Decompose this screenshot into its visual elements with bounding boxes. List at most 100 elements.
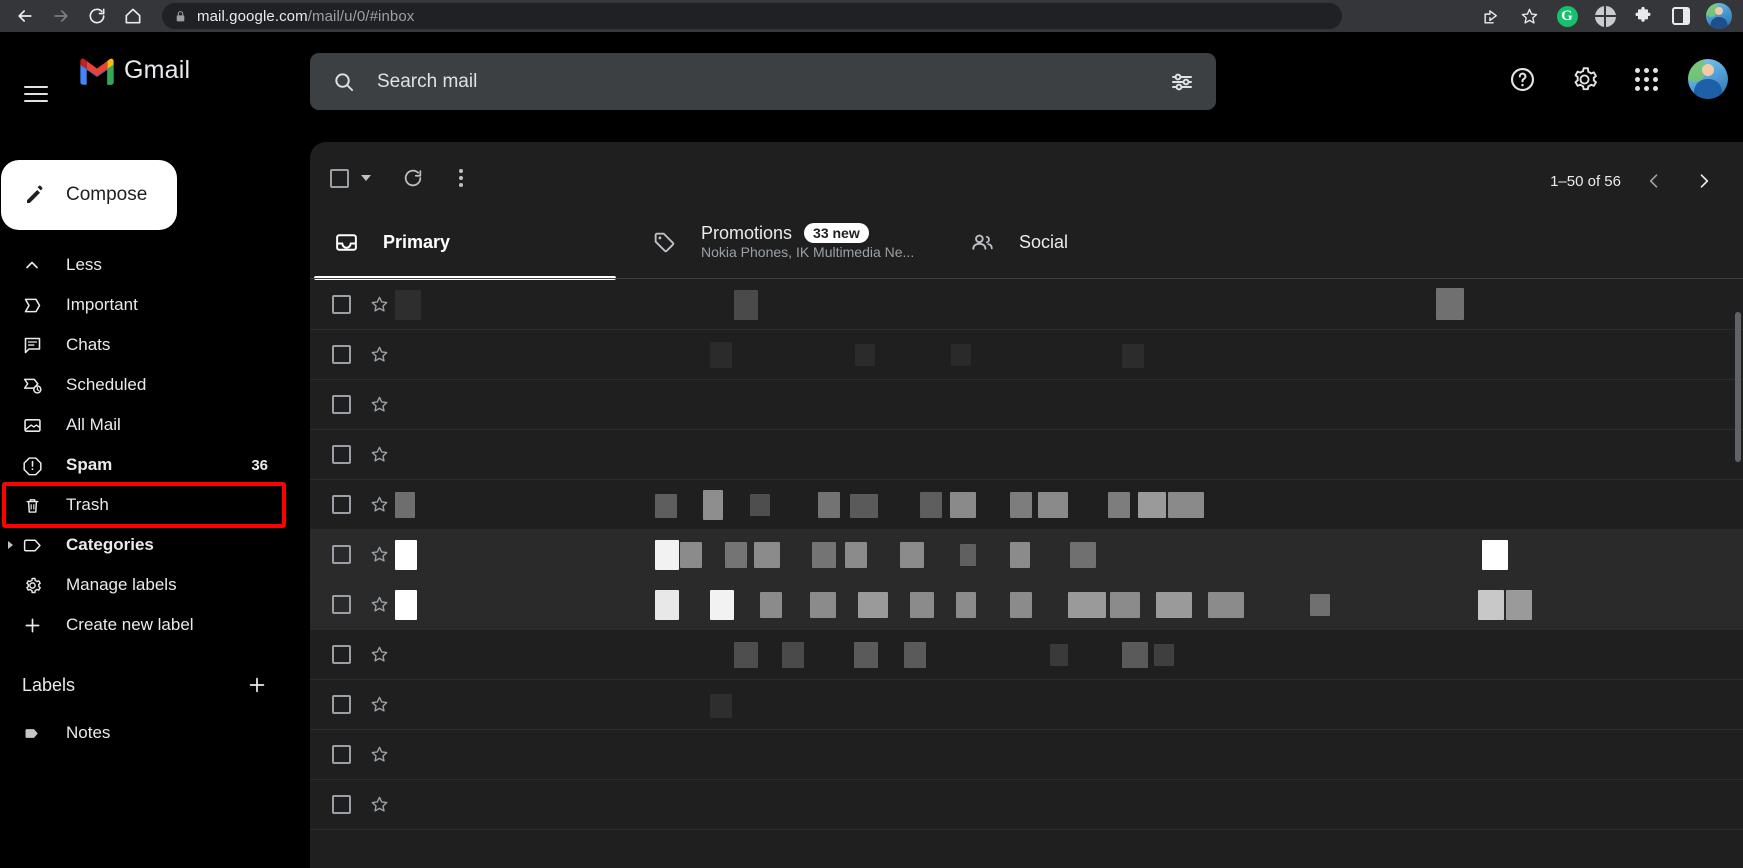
tab-primary[interactable]: Primary xyxy=(310,204,616,280)
sidebar-item-categories[interactable]: Categories xyxy=(0,525,286,565)
redacted-content-block xyxy=(900,542,924,568)
sidebar-item-manage-labels[interactable]: Manage labels xyxy=(0,565,286,605)
important-icon xyxy=(22,295,50,316)
table-row[interactable] xyxy=(310,330,1743,380)
sidebar-item-scheduled[interactable]: Scheduled xyxy=(0,365,286,405)
sidebar-item-label: Important xyxy=(66,295,138,314)
sidebar-item-less[interactable]: Less xyxy=(0,245,286,285)
row-checkbox[interactable] xyxy=(332,645,351,664)
row-checkbox[interactable] xyxy=(332,395,351,414)
header-actions xyxy=(1495,52,1735,106)
gear-icon xyxy=(1574,66,1597,90)
star-icon[interactable] xyxy=(369,794,390,815)
row-checkbox[interactable] xyxy=(332,795,351,814)
tab-promotions[interactable]: Promotions 33 new Nokia Phones, IK Multi… xyxy=(616,204,934,280)
star-icon[interactable] xyxy=(369,494,390,515)
table-row[interactable] xyxy=(310,680,1743,730)
browser-toolbar: mail.google.com/mail/u/0/#inbox G xyxy=(0,0,1743,32)
sidebar-item-all-mail[interactable]: All Mail xyxy=(0,405,286,445)
search-input[interactable]: Search mail xyxy=(310,53,1216,110)
sidebar-item-trash[interactable]: Trash xyxy=(0,485,286,525)
gmail-header: Gmail Search mail xyxy=(0,32,1743,120)
table-row[interactable] xyxy=(310,380,1743,430)
more-options-button[interactable] xyxy=(441,158,481,198)
row-checkbox[interactable] xyxy=(332,295,351,314)
gmail-brand[interactable]: Gmail xyxy=(78,56,190,85)
star-icon[interactable] xyxy=(369,744,390,765)
sidebar-panel-button[interactable] xyxy=(1663,1,1699,31)
browser-nav-buttons xyxy=(0,1,150,31)
star-icon[interactable] xyxy=(369,644,390,665)
address-bar[interactable]: mail.google.com/mail/u/0/#inbox xyxy=(162,3,1342,29)
chevron-left-icon xyxy=(1649,174,1658,188)
table-row[interactable] xyxy=(310,580,1743,630)
chevron-down-icon[interactable] xyxy=(361,175,371,181)
table-row[interactable] xyxy=(310,630,1743,680)
tab-promotions-label: Promotions xyxy=(701,222,793,243)
account-button[interactable] xyxy=(1681,52,1735,106)
create-label-button[interactable] xyxy=(246,674,268,696)
more-options-icon xyxy=(459,169,463,187)
table-row[interactable] xyxy=(310,730,1743,780)
table-row[interactable] xyxy=(310,430,1743,480)
pencil-icon xyxy=(27,185,43,203)
star-icon[interactable] xyxy=(369,344,390,365)
next-page-button[interactable] xyxy=(1687,164,1721,198)
redacted-content-block xyxy=(655,540,679,570)
sidebar-label-notes[interactable]: Notes xyxy=(0,713,286,753)
row-checkbox[interactable] xyxy=(332,545,351,564)
mail-scrollbar[interactable] xyxy=(1735,312,1743,868)
row-checkbox[interactable] xyxy=(332,595,351,614)
search-options-button[interactable] xyxy=(1170,70,1194,94)
star-icon[interactable] xyxy=(369,694,390,715)
star-icon[interactable] xyxy=(369,444,390,465)
back-button[interactable] xyxy=(8,1,42,31)
bookmark-button[interactable] xyxy=(1511,1,1547,31)
sidebar-item-create-new-label[interactable]: Create new label xyxy=(0,605,286,645)
tab-social[interactable]: Social xyxy=(934,204,1234,280)
reload-button[interactable] xyxy=(80,1,114,31)
google-apps-button[interactable] xyxy=(1619,52,1673,106)
chevron-right-icon xyxy=(1700,174,1709,188)
redacted-content-block xyxy=(855,344,875,366)
table-row[interactable] xyxy=(310,280,1743,330)
row-checkbox[interactable] xyxy=(332,695,351,714)
redacted-content-block xyxy=(1050,644,1068,666)
grammarly-extension-button[interactable]: G xyxy=(1549,1,1585,31)
star-icon[interactable] xyxy=(369,544,390,565)
globe-extension-button[interactable] xyxy=(1587,1,1623,31)
star-icon[interactable] xyxy=(369,294,390,315)
row-checkbox[interactable] xyxy=(332,745,351,764)
sidebar-item-chats[interactable]: Chats xyxy=(0,325,286,365)
compose-button[interactable]: Compose xyxy=(1,160,177,230)
table-row[interactable] xyxy=(310,530,1743,580)
extensions-button[interactable] xyxy=(1625,1,1661,31)
share-button[interactable] xyxy=(1473,1,1509,31)
forward-button[interactable] xyxy=(44,1,78,31)
home-button[interactable] xyxy=(116,1,150,31)
scrollbar-thumb[interactable] xyxy=(1735,312,1741,462)
email-list xyxy=(310,280,1743,868)
settings-button[interactable] xyxy=(1557,52,1611,106)
refresh-button[interactable] xyxy=(393,158,433,198)
scheduled-icon xyxy=(22,375,50,396)
browser-profile-button[interactable] xyxy=(1701,1,1737,31)
previous-page-button[interactable] xyxy=(1637,164,1671,198)
help-button[interactable] xyxy=(1495,52,1549,106)
select-all-checkbox[interactable] xyxy=(330,168,349,188)
table-row[interactable] xyxy=(310,780,1743,830)
toolbar-right-controls: 1–50 of 56 xyxy=(1550,164,1721,198)
star-icon[interactable] xyxy=(369,594,390,615)
reload-icon xyxy=(89,8,105,24)
redacted-content-block xyxy=(655,590,679,620)
redacted-content-block xyxy=(810,592,836,618)
row-checkbox[interactable] xyxy=(332,345,351,364)
main-menu-button[interactable] xyxy=(14,72,58,116)
inbox-icon xyxy=(334,230,359,255)
row-checkbox[interactable] xyxy=(332,495,351,514)
sidebar-item-spam[interactable]: Spam 36 xyxy=(0,445,286,485)
star-icon[interactable] xyxy=(369,394,390,415)
sidebar-item-important[interactable]: Important xyxy=(0,285,286,325)
row-checkbox[interactable] xyxy=(332,445,351,464)
table-row[interactable] xyxy=(310,480,1743,530)
